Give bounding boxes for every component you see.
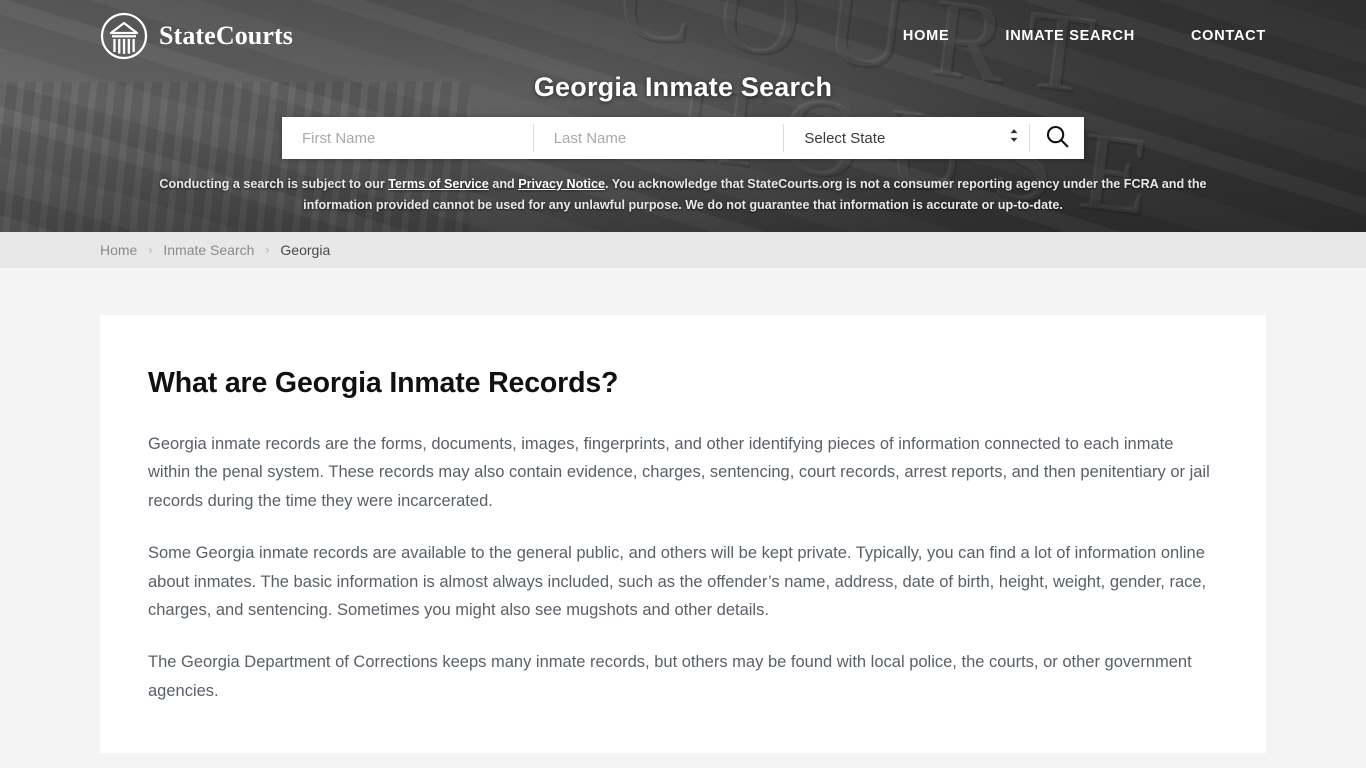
- breadcrumb-item-inmate-search[interactable]: Inmate Search: [163, 242, 254, 258]
- article-card: What are Georgia Inmate Records? Georgia…: [100, 315, 1266, 753]
- article-paragraph-3: The Georgia Department of Corrections ke…: [148, 653, 1192, 700]
- state-select-wrapper: Select State: [784, 117, 1030, 159]
- breadcrumb-separator-icon: ›: [265, 243, 270, 257]
- disclaimer-text-2: and: [488, 177, 519, 191]
- inmate-search-form: Select State: [282, 117, 1084, 159]
- primary-nav: HOME INMATE SEARCH CONTACT: [903, 28, 1266, 44]
- last-name-input[interactable]: [533, 117, 784, 159]
- article-heading: What are Georgia Inmate Records?: [148, 367, 619, 399]
- site-logo-link[interactable]: StateCourts: [100, 12, 293, 60]
- breadcrumb: Home › Inmate Search › Georgia: [0, 232, 1366, 268]
- magnifier-icon: [1045, 124, 1070, 152]
- search-disclaimer: Conducting a search is subject to our Te…: [0, 174, 1366, 216]
- state-select[interactable]: Select State: [784, 117, 1030, 159]
- nav-item-contact[interactable]: CONTACT: [1191, 28, 1266, 44]
- breadcrumb-item-home[interactable]: Home: [100, 242, 137, 258]
- top-navigation-bar: StateCourts HOME INMATE SEARCH CONTACT: [0, 0, 1366, 72]
- courthouse-circle-logo-icon: [100, 12, 148, 60]
- hero-banner: COURT HOUSE: [0, 0, 1366, 232]
- brand-name: StateCourts: [159, 21, 293, 50]
- article-paragraph-1: Georgia inmate records are the forms, do…: [148, 435, 1210, 510]
- nav-item-home[interactable]: HOME: [903, 28, 950, 44]
- nav-item-inmate-search[interactable]: INMATE SEARCH: [1005, 28, 1135, 44]
- disclaimer-text-1: Conducting a search is subject to our: [159, 177, 389, 191]
- terms-of-service-link[interactable]: Terms of Service: [388, 177, 489, 191]
- page-title: Georgia Inmate Search: [533, 72, 833, 102]
- breadcrumb-separator-icon: ›: [148, 243, 153, 257]
- article-paragraph-2: Some Georgia inmate records are availabl…: [148, 544, 1207, 619]
- main-content: What are Georgia Inmate Records? Georgia…: [0, 315, 1366, 768]
- first-name-input[interactable]: [282, 117, 533, 159]
- privacy-notice-link[interactable]: Privacy Notice: [518, 177, 605, 191]
- search-button[interactable]: [1030, 117, 1084, 159]
- breadcrumb-item-georgia: Georgia: [280, 242, 331, 258]
